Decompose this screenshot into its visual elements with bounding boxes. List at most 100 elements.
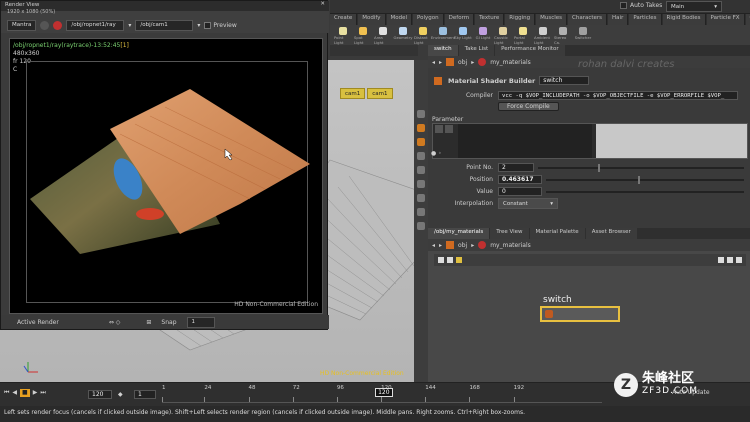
back-icon[interactable]: ◂ <box>432 59 435 66</box>
preview-toggle[interactable]: Preview <box>204 21 237 29</box>
play-icon[interactable]: ▶ <box>33 389 38 397</box>
layout-icon[interactable] <box>718 257 724 263</box>
shelf-tool[interactable]: Environment <box>431 25 455 45</box>
position-field[interactable]: 0.463617 <box>498 175 542 184</box>
forward-icon[interactable]: ▸ <box>439 242 442 249</box>
shelf-tool[interactable]: Caustic Light <box>494 25 512 45</box>
stop-render-icon[interactable] <box>53 20 63 30</box>
shelf-tool[interactable]: Spot Light <box>354 25 372 45</box>
shelf-tab[interactable]: Muscles <box>536 14 567 25</box>
shading-icon[interactable] <box>417 180 425 188</box>
start-frame-field[interactable]: 1 <box>134 390 156 399</box>
forward-icon[interactable]: ▸ <box>439 59 442 66</box>
shelf-tool[interactable]: Sky Light <box>454 25 472 45</box>
network-tab[interactable]: Material Palette <box>529 228 585 239</box>
shelf-tab[interactable]: Characters <box>568 14 608 25</box>
remove-key-icon[interactable] <box>445 125 453 133</box>
shelf-tab[interactable]: Particles <box>629 14 662 25</box>
position-slider[interactable] <box>546 175 744 184</box>
shelf-tab[interactable]: Rigid Bodies <box>662 14 706 25</box>
tab-performance-monitor[interactable]: Performance Monitor <box>495 45 565 56</box>
snap-value-field[interactable]: 1 <box>186 316 215 328</box>
point-no-slider[interactable] <box>538 163 744 172</box>
shelf-tab[interactable]: Texture <box>475 14 505 25</box>
position-slider-knob[interactable] <box>637 175 640 184</box>
force-compile-button[interactable]: Force Compile <box>498 102 559 111</box>
switch-node[interactable] <box>540 306 620 322</box>
chevron-down-icon[interactable]: ▾ <box>128 22 131 29</box>
ramp-collapse-icon[interactable]: ● ◦ <box>431 150 442 157</box>
interpolation-select[interactable]: Constant ▾ <box>498 198 558 209</box>
network-tab[interactable]: Tree View <box>490 228 529 239</box>
node-name-field[interactable]: switch <box>539 76 590 85</box>
path-obj[interactable]: obj <box>458 242 467 249</box>
current-frame-marker[interactable]: 120 <box>375 388 393 397</box>
network-pane[interactable]: /obj/my_materials Tree View Material Palet… <box>428 228 750 382</box>
step-back-icon[interactable]: ◀ <box>12 389 17 397</box>
list-icon[interactable] <box>438 257 444 263</box>
value-field[interactable]: 0 <box>498 187 542 196</box>
shelf-tab[interactable]: Hair <box>608 14 629 25</box>
grid-icon[interactable] <box>417 194 425 202</box>
add-key-icon[interactable] <box>435 125 443 133</box>
tab-take-list[interactable]: Take List <box>458 45 495 56</box>
shelf-tab[interactable]: Modify <box>358 14 386 25</box>
shelf-tool[interactable]: Geometry <box>394 25 412 45</box>
handles-icon[interactable] <box>417 222 425 230</box>
point-no-field[interactable]: 2 <box>498 163 534 172</box>
pan-arrows-icon[interactable]: ⇔ ◇ <box>109 319 121 326</box>
tab-switch[interactable]: switch <box>428 45 458 56</box>
shelf-tab[interactable]: Ocean FX <box>745 14 750 25</box>
cam-badge[interactable]: cam1 <box>340 88 366 99</box>
shelf-tool[interactable]: Ambient Light <box>534 25 552 45</box>
shelf-tab[interactable]: Model <box>386 14 413 25</box>
auto-takes-toggle[interactable]: Auto Takes <box>620 2 662 9</box>
render-image[interactable]: /obj/ropnet1/ray(raytrace)-13:52:45[1] 4… <box>9 38 323 314</box>
shelf-tab[interactable]: Rigging <box>505 14 536 25</box>
path-node[interactable]: my_materials <box>490 59 531 66</box>
shelf-tool[interactable]: Distant Light <box>414 25 432 45</box>
network-tab[interactable]: Asset Browser <box>585 228 637 239</box>
shelf-tab[interactable]: Polygon <box>413 14 444 25</box>
rop-path-field[interactable]: /obj/ropnet1/ray <box>66 19 125 31</box>
close-icon[interactable]: ✕ <box>320 1 325 7</box>
home-icon[interactable] <box>736 257 742 263</box>
camera-path-field[interactable]: /obj/cam1 <box>135 19 194 31</box>
snap-icon[interactable] <box>417 138 425 146</box>
shelf-tool[interactable]: Portal Light <box>514 25 532 45</box>
chevron-down-icon[interactable]: ▾ <box>197 22 200 29</box>
light-icon[interactable] <box>417 152 425 160</box>
shelf-tab[interactable]: Particle FX <box>706 14 745 25</box>
grid-icon[interactable] <box>447 257 453 263</box>
shelf-tab[interactable]: Deform <box>444 14 475 25</box>
jump-end-icon[interactable]: ⏭ <box>40 389 45 397</box>
path-obj[interactable]: obj <box>458 59 467 66</box>
render-icon[interactable] <box>40 20 50 30</box>
network-tab[interactable]: /obj/my_materials <box>428 228 490 239</box>
shelf-tool[interactable]: Switcher <box>574 25 592 45</box>
camera-icon[interactable] <box>417 166 425 174</box>
visibility-icon[interactable] <box>417 124 425 132</box>
shelf-tool[interactable]: Stereo Ca. <box>554 25 572 45</box>
snap-icon[interactable]: ⊞ <box>146 319 151 326</box>
cam-badge-2[interactable]: cam1 <box>367 88 393 99</box>
note-icon[interactable] <box>456 257 462 263</box>
current-frame-field[interactable]: 120 <box>88 390 112 399</box>
key-icon[interactable]: ◆ <box>118 391 123 398</box>
stop-icon[interactable]: ■ <box>20 389 30 397</box>
renderer-select[interactable]: Mantra <box>7 19 37 31</box>
shelf-tab[interactable]: Create <box>330 14 358 25</box>
path-node[interactable]: my_materials <box>490 242 531 249</box>
desktop-select[interactable]: Main ▾ <box>666 1 722 12</box>
back-icon[interactable]: ◂ <box>432 242 435 249</box>
shelf-tool[interactable]: Area Light <box>374 25 392 45</box>
jump-start-icon[interactable]: ⏮ <box>4 389 9 397</box>
ramp-editor[interactable]: ● ◦ <box>431 123 748 159</box>
zoom-icon[interactable] <box>727 257 733 263</box>
ortho-icon[interactable] <box>417 208 425 216</box>
value-slider[interactable] <box>546 190 744 193</box>
timeline-ruler[interactable]: 124487296120144168192120 <box>162 385 602 403</box>
display-options-icon[interactable] <box>417 110 425 118</box>
shelf-tool[interactable]: Point Light <box>334 25 352 45</box>
compiler-field[interactable]: vcc -q $VOP_INCLUDEPATH -o $VOP_OBJECTFI… <box>498 91 738 100</box>
